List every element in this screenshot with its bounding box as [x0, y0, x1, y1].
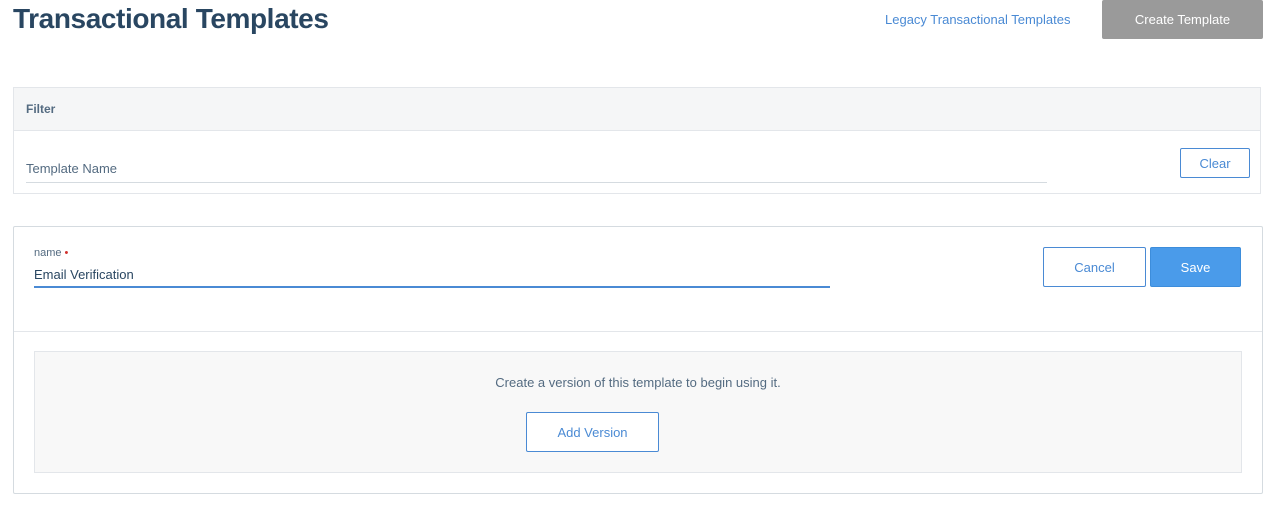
template-name-input[interactable] — [34, 263, 830, 288]
empty-state-message: Create a version of this template to beg… — [495, 375, 781, 390]
create-template-button[interactable]: Create Template — [1102, 0, 1263, 39]
add-version-button[interactable]: Add Version — [526, 412, 659, 452]
versions-empty-state: Create a version of this template to beg… — [34, 351, 1242, 473]
save-button[interactable]: Save — [1150, 247, 1241, 287]
cancel-button[interactable]: Cancel — [1043, 247, 1146, 287]
required-indicator: • — [64, 247, 69, 259]
template-name-filter-input[interactable] — [26, 155, 1047, 183]
name-label-text: name — [34, 247, 62, 259]
filter-heading: Filter — [14, 88, 1260, 131]
clear-filter-button[interactable]: Clear — [1180, 148, 1250, 178]
name-field-label: name • — [34, 247, 68, 259]
legacy-templates-link[interactable]: Legacy Transactional Templates — [885, 12, 1070, 27]
template-card: name• Cancel Save Create a version of th… — [13, 226, 1263, 494]
filter-panel: Filter Clear — [13, 87, 1261, 194]
page-title: Transactional Templates — [13, 3, 329, 34]
card-divider — [14, 331, 1262, 332]
